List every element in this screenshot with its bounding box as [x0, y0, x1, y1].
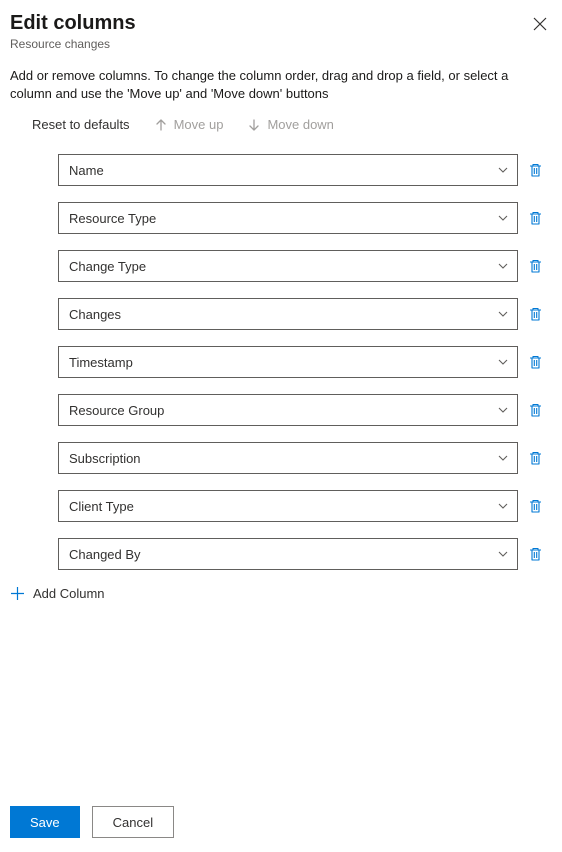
column-label: Timestamp: [69, 355, 133, 370]
column-label: Change Type: [69, 259, 146, 274]
column-select[interactable]: Subscription: [58, 442, 518, 474]
subtitle: Resource changes: [10, 37, 552, 51]
toolbar: Reset to defaults Move up Move down: [32, 117, 552, 132]
description: Add or remove columns. To change the col…: [10, 67, 552, 103]
delete-column-button[interactable]: [528, 306, 543, 322]
move-down-button[interactable]: Move down: [247, 117, 333, 132]
column-label: Resource Type: [69, 211, 156, 226]
columns-list: Name Resource Type Change Type Changes Times…: [58, 154, 552, 570]
add-column-button[interactable]: Add Column: [10, 586, 552, 601]
page-title: Edit columns: [10, 12, 552, 35]
column-select[interactable]: Resource Type: [58, 202, 518, 234]
column-row: Changes: [58, 298, 552, 330]
arrow-up-icon: [154, 118, 168, 132]
column-row: Resource Type: [58, 202, 552, 234]
delete-column-button[interactable]: [528, 210, 543, 226]
trash-icon: [528, 210, 543, 226]
trash-icon: [528, 498, 543, 514]
delete-column-button[interactable]: [528, 402, 543, 418]
delete-column-button[interactable]: [528, 162, 543, 178]
column-row: Change Type: [58, 250, 552, 282]
trash-icon: [528, 402, 543, 418]
chevron-down-icon: [497, 164, 509, 176]
move-up-label: Move up: [174, 117, 224, 132]
delete-column-button[interactable]: [528, 354, 543, 370]
chevron-down-icon: [497, 308, 509, 320]
header: Edit columns Resource changes: [10, 12, 552, 51]
cancel-button[interactable]: Cancel: [92, 806, 174, 838]
column-select[interactable]: Change Type: [58, 250, 518, 282]
close-icon: [533, 17, 547, 31]
column-label: Client Type: [69, 499, 134, 514]
column-select[interactable]: Timestamp: [58, 346, 518, 378]
chevron-down-icon: [497, 452, 509, 464]
column-label: Name: [69, 163, 104, 178]
column-label: Subscription: [69, 451, 141, 466]
column-select[interactable]: Client Type: [58, 490, 518, 522]
trash-icon: [528, 306, 543, 322]
chevron-down-icon: [497, 356, 509, 368]
column-row: Timestamp: [58, 346, 552, 378]
column-select[interactable]: Changed By: [58, 538, 518, 570]
delete-column-button[interactable]: [528, 258, 543, 274]
chevron-down-icon: [497, 548, 509, 560]
chevron-down-icon: [497, 260, 509, 272]
plus-icon: [10, 586, 25, 601]
trash-icon: [528, 162, 543, 178]
column-select[interactable]: Name: [58, 154, 518, 186]
trash-icon: [528, 258, 543, 274]
delete-column-button[interactable]: [528, 546, 543, 562]
add-column-label: Add Column: [33, 586, 105, 601]
column-label: Changes: [69, 307, 121, 322]
footer: Save Cancel: [10, 806, 174, 838]
move-down-label: Move down: [267, 117, 333, 132]
chevron-down-icon: [497, 404, 509, 416]
column-row: Client Type: [58, 490, 552, 522]
save-button[interactable]: Save: [10, 806, 80, 838]
delete-column-button[interactable]: [528, 450, 543, 466]
column-row: Resource Group: [58, 394, 552, 426]
arrow-down-icon: [247, 118, 261, 132]
column-label: Changed By: [69, 547, 141, 562]
trash-icon: [528, 450, 543, 466]
move-up-button[interactable]: Move up: [154, 117, 224, 132]
chevron-down-icon: [497, 212, 509, 224]
column-row: Changed By: [58, 538, 552, 570]
close-button[interactable]: [528, 12, 552, 36]
column-row: Subscription: [58, 442, 552, 474]
delete-column-button[interactable]: [528, 498, 543, 514]
trash-icon: [528, 546, 543, 562]
column-select[interactable]: Resource Group: [58, 394, 518, 426]
column-select[interactable]: Changes: [58, 298, 518, 330]
column-row: Name: [58, 154, 552, 186]
column-label: Resource Group: [69, 403, 164, 418]
chevron-down-icon: [497, 500, 509, 512]
reset-to-defaults-button[interactable]: Reset to defaults: [32, 117, 130, 132]
trash-icon: [528, 354, 543, 370]
